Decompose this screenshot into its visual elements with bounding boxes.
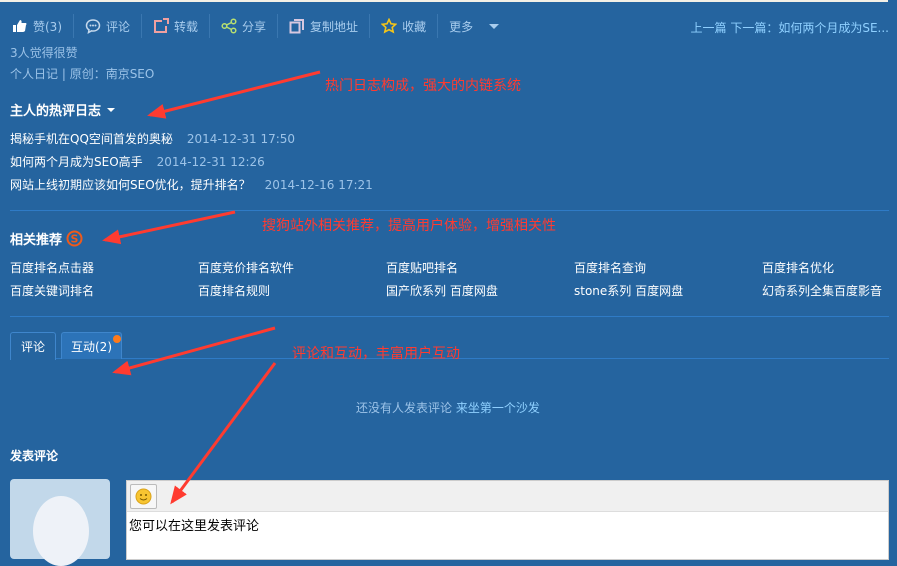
arrow xyxy=(147,70,321,119)
arrow xyxy=(102,210,236,245)
arrow xyxy=(112,326,276,376)
arrow xyxy=(170,362,277,505)
annotation-arrows xyxy=(102,70,321,505)
